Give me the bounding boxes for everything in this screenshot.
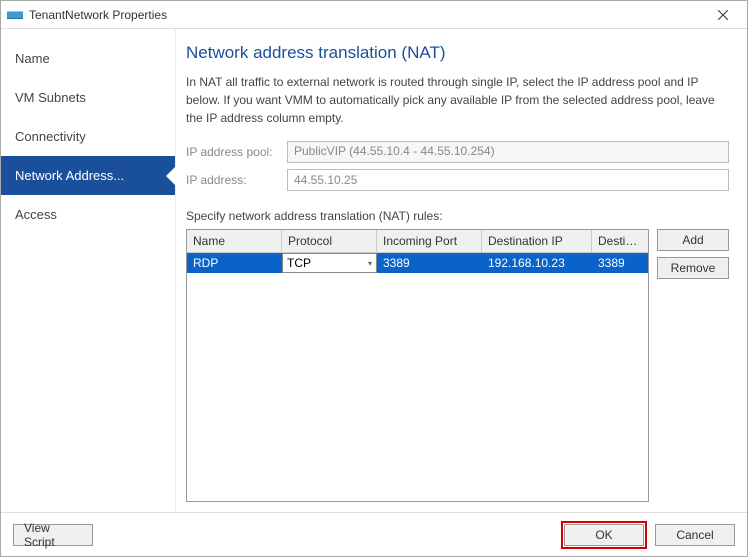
grid-side-buttons: Add Remove bbox=[657, 229, 729, 502]
app-icon bbox=[7, 9, 23, 21]
sidebar: Name VM Subnets Connectivity Network Add… bbox=[1, 29, 176, 512]
remove-button[interactable]: Remove bbox=[657, 257, 729, 279]
grid-header: Name Protocol Incoming Port Destination … bbox=[187, 230, 648, 253]
sidebar-item-network-address[interactable]: Network Address... bbox=[1, 156, 175, 195]
ip-address-row: IP address: bbox=[186, 169, 729, 191]
page-description: In NAT all traffic to external network i… bbox=[186, 73, 729, 127]
cell-destination-port[interactable]: 3389 bbox=[592, 253, 648, 273]
sidebar-item-access[interactable]: Access bbox=[1, 195, 175, 234]
col-header-destination-port[interactable]: Destination P... bbox=[592, 230, 648, 253]
cell-incoming-port[interactable]: 3389 bbox=[377, 253, 482, 273]
cancel-button[interactable]: Cancel bbox=[655, 524, 735, 546]
sidebar-item-connectivity[interactable]: Connectivity bbox=[1, 117, 175, 156]
rules-label: Specify network address translation (NAT… bbox=[186, 209, 729, 223]
sidebar-item-vmsubnets[interactable]: VM Subnets bbox=[1, 78, 175, 117]
ip-pool-row: IP address pool: PublicVIP (44.55.10.4 -… bbox=[186, 141, 729, 163]
ok-highlight: OK bbox=[561, 521, 647, 549]
grid-body: RDP TCP ▾ 3389 192.168.10.23 3389 bbox=[187, 253, 648, 501]
view-script-button[interactable]: View Script bbox=[13, 524, 93, 546]
rules-area: Name Protocol Incoming Port Destination … bbox=[186, 229, 729, 502]
col-header-protocol[interactable]: Protocol bbox=[282, 230, 377, 253]
dialog-footer: View Script OK Cancel bbox=[1, 512, 747, 556]
rules-grid[interactable]: Name Protocol Incoming Port Destination … bbox=[186, 229, 649, 502]
ip-pool-label: IP address pool: bbox=[186, 145, 281, 159]
page-heading: Network address translation (NAT) bbox=[186, 43, 729, 63]
ip-address-label: IP address: bbox=[186, 173, 281, 187]
ip-pool-select[interactable]: PublicVIP (44.55.10.4 - 44.55.10.254) bbox=[287, 141, 729, 163]
add-button[interactable]: Add bbox=[657, 229, 729, 251]
titlebar: TenantNetwork Properties bbox=[1, 1, 747, 29]
window-title: TenantNetwork Properties bbox=[29, 8, 703, 22]
cell-name[interactable]: RDP bbox=[187, 253, 282, 273]
chevron-down-icon: ▾ bbox=[368, 259, 372, 268]
col-header-name[interactable]: Name bbox=[187, 230, 282, 253]
close-button[interactable] bbox=[703, 2, 743, 28]
dialog-body: Name VM Subnets Connectivity Network Add… bbox=[1, 29, 747, 512]
table-row[interactable]: RDP TCP ▾ 3389 192.168.10.23 3389 bbox=[187, 253, 648, 273]
ok-button[interactable]: OK bbox=[564, 524, 644, 546]
ip-address-input[interactable] bbox=[287, 169, 729, 191]
close-icon bbox=[718, 10, 728, 20]
col-header-incoming-port[interactable]: Incoming Port bbox=[377, 230, 482, 253]
cell-protocol[interactable]: TCP ▾ bbox=[282, 253, 377, 273]
dialog-window: TenantNetwork Properties Name VM Subnets… bbox=[0, 0, 748, 557]
main-panel: Network address translation (NAT) In NAT… bbox=[176, 29, 747, 512]
col-header-destination-ip[interactable]: Destination IP bbox=[482, 230, 592, 253]
cell-protocol-value: TCP bbox=[287, 256, 311, 270]
cell-destination-ip[interactable]: 192.168.10.23 bbox=[482, 253, 592, 273]
sidebar-item-name[interactable]: Name bbox=[1, 39, 175, 78]
